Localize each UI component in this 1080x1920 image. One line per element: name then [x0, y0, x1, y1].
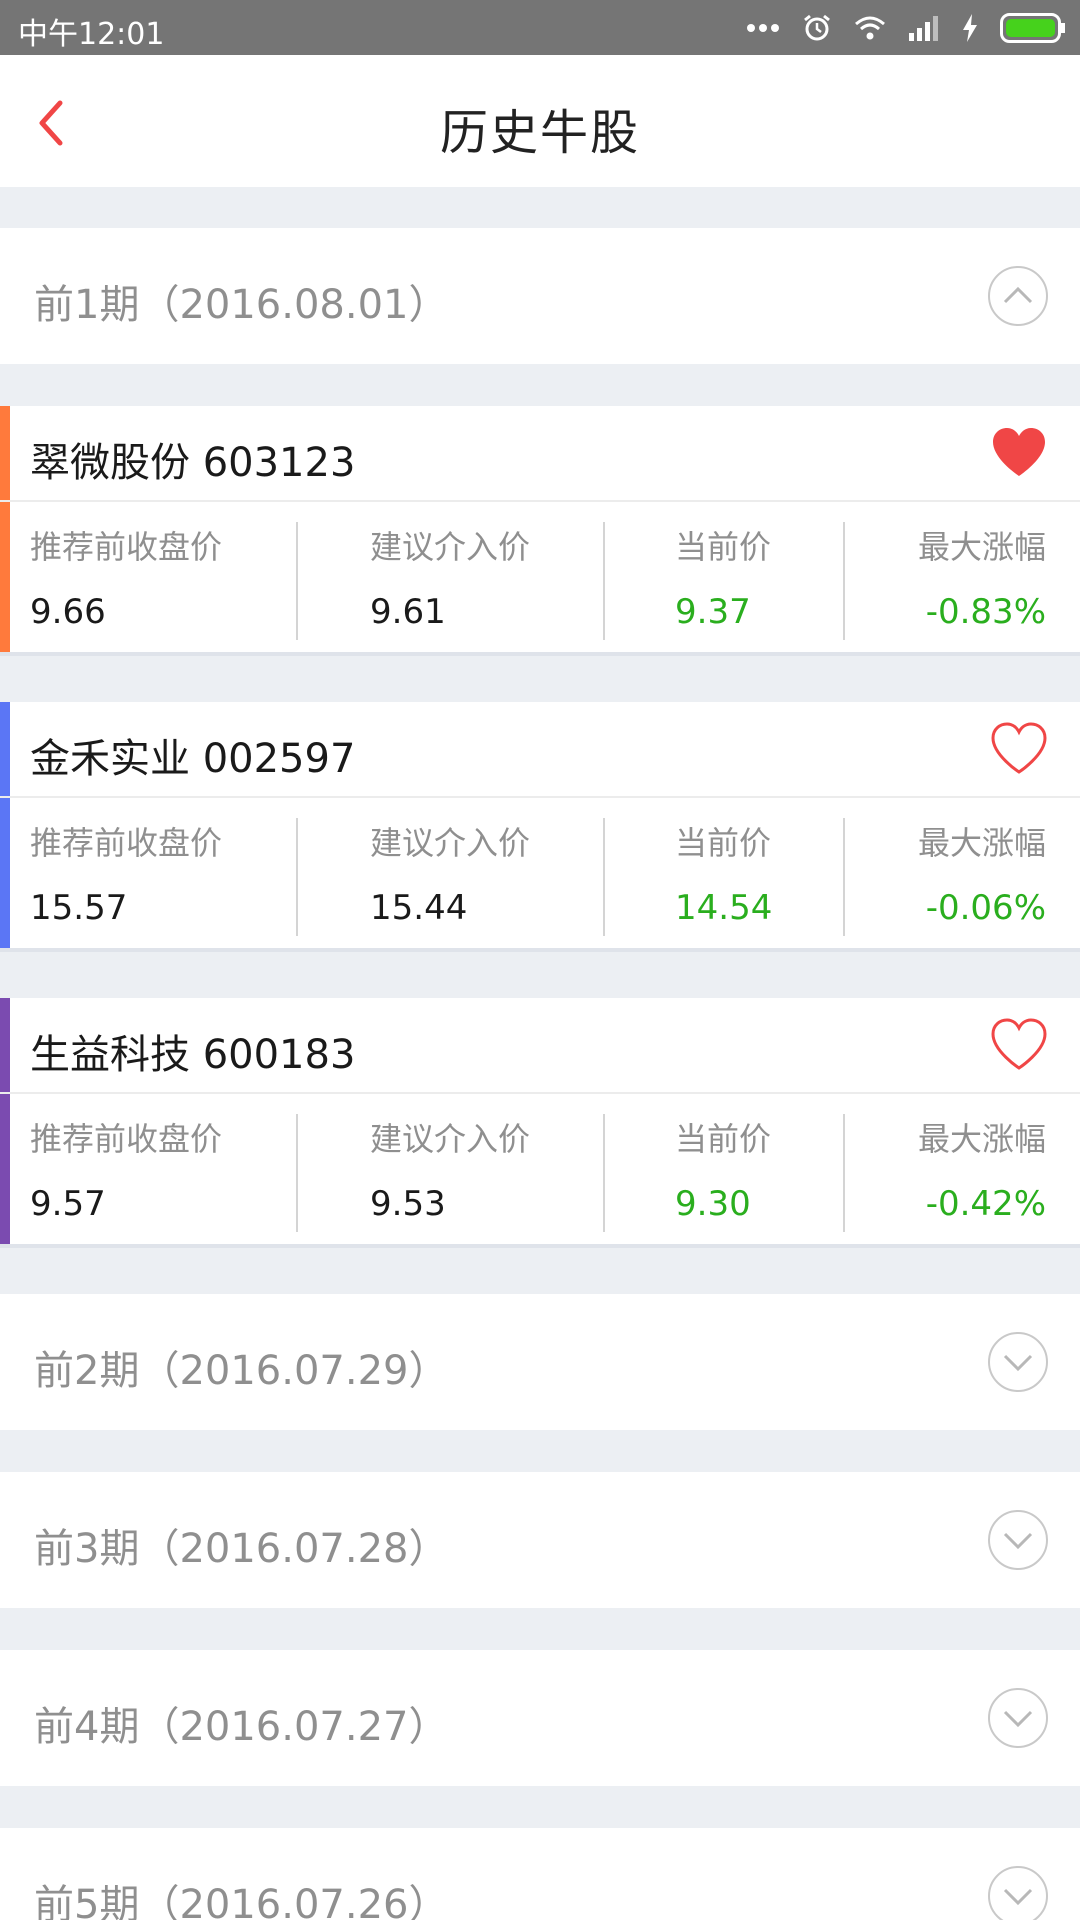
- prev-close-value: 9.66: [30, 592, 106, 632]
- heart-filled-icon[interactable]: [988, 422, 1050, 484]
- prev-close-label: 推荐前收盘价: [30, 824, 223, 862]
- max-gain-label: 最大涨幅: [917, 1120, 1046, 1158]
- entry-price-column: 建议介入价 15.44: [298, 798, 604, 948]
- entry-price-value: 9.53: [370, 1184, 446, 1224]
- period-title: 前4期（2016.07.27）: [34, 1704, 449, 1750]
- prev-close-value: 9.57: [30, 1184, 106, 1224]
- expand-toggle-button[interactable]: [988, 1510, 1048, 1570]
- expand-toggle-button[interactable]: [988, 1688, 1048, 1748]
- max-gain-value: -0.06%: [925, 888, 1046, 928]
- collapse-toggle-button[interactable]: [988, 266, 1048, 326]
- max-gain-column: 最大涨幅 -0.83%: [845, 502, 1080, 652]
- max-gain-column: 最大涨幅 -0.42%: [845, 1094, 1080, 1244]
- status-bar: 中午12:01: [0, 0, 1080, 55]
- wifi-icon: [855, 16, 885, 40]
- stock-card-header: 金禾实业 002597: [0, 702, 1080, 798]
- heart-outline-icon[interactable]: [988, 1014, 1050, 1076]
- expand-toggle-button[interactable]: [988, 1332, 1048, 1392]
- max-gain-value: -0.42%: [925, 1184, 1046, 1224]
- prev-close-column: 推荐前收盘价 9.57: [0, 1094, 298, 1244]
- prev-close-label: 推荐前收盘价: [30, 528, 223, 566]
- chevron-down-icon: [1003, 1888, 1033, 1906]
- period-title: 前3期（2016.07.28）: [34, 1526, 449, 1572]
- stock-card-header: 翠微股份 603123: [0, 406, 1080, 502]
- entry-price-value: 15.44: [370, 888, 468, 928]
- nav-bar: 历史牛股: [0, 55, 1080, 187]
- max-gain-label: 最大涨幅: [917, 824, 1046, 862]
- stock-price-columns: 推荐前收盘价 9.57 建议介入价 9.53 当前价 9.30 最大涨幅 -0.…: [0, 1094, 1080, 1244]
- current-price-column: 当前价 9.30: [605, 1094, 845, 1244]
- max-gain-value: -0.83%: [925, 592, 1046, 632]
- charging-icon: [963, 14, 977, 42]
- period-title: 前1期（2016.08.01）: [34, 282, 449, 328]
- period-header[interactable]: 前5期（2016.07.26）: [0, 1828, 1080, 1920]
- chevron-down-icon: [1003, 1710, 1033, 1728]
- battery-icon: [1000, 13, 1065, 43]
- current-price-value: 9.37: [675, 592, 751, 632]
- current-price-label: 当前价: [675, 1120, 772, 1158]
- current-price-value: 9.30: [675, 1184, 751, 1224]
- entry-price-label: 建议介入价: [370, 824, 531, 862]
- max-gain-column: 最大涨幅 -0.06%: [845, 798, 1080, 948]
- expand-toggle-button[interactable]: [988, 1866, 1048, 1920]
- stock-name: 金禾实业 002597: [30, 736, 356, 782]
- more-dots-icon: [747, 24, 779, 32]
- chevron-down-icon: [1003, 1354, 1033, 1372]
- stock-card[interactable]: 生益科技 600183 推荐前收盘价 9.57 建议介入价 9.53 当前价 9…: [0, 998, 1080, 1248]
- current-price-label: 当前价: [675, 824, 772, 862]
- period-title: 前2期（2016.07.29）: [34, 1348, 449, 1394]
- current-price-column: 当前价 9.37: [605, 502, 845, 652]
- stock-card[interactable]: 金禾实业 002597 推荐前收盘价 15.57 建议介入价 15.44 当前价…: [0, 702, 1080, 952]
- stock-name: 生益科技 600183: [30, 1032, 356, 1078]
- entry-price-column: 建议介入价 9.61: [298, 502, 604, 652]
- status-time: 中午12:01: [18, 17, 165, 52]
- period-header[interactable]: 前2期（2016.07.29）: [0, 1294, 1080, 1430]
- stock-price-columns: 推荐前收盘价 9.66 建议介入价 9.61 当前价 9.37 最大涨幅 -0.…: [0, 502, 1080, 652]
- prev-close-label: 推荐前收盘价: [30, 1120, 223, 1158]
- entry-price-column: 建议介入价 9.53: [298, 1094, 604, 1244]
- current-price-column: 当前价 14.54: [605, 798, 845, 948]
- stock-card-header: 生益科技 600183: [0, 998, 1080, 1094]
- max-gain-label: 最大涨幅: [917, 528, 1046, 566]
- alarm-icon: [804, 14, 830, 41]
- entry-price-value: 9.61: [370, 592, 446, 632]
- chevron-up-icon: [1003, 286, 1033, 304]
- heart-outline-icon[interactable]: [988, 718, 1050, 780]
- stock-card[interactable]: 翠微股份 603123 推荐前收盘价 9.66 建议介入价 9.61 当前价 9…: [0, 406, 1080, 656]
- status-icons: [746, 10, 1066, 46]
- page-title: 历史牛股: [439, 105, 640, 161]
- prev-close-value: 15.57: [30, 888, 128, 928]
- stock-price-columns: 推荐前收盘价 15.57 建议介入价 15.44 当前价 14.54 最大涨幅 …: [0, 798, 1080, 948]
- period-header[interactable]: 前1期（2016.08.01）: [0, 228, 1080, 364]
- entry-price-label: 建议介入价: [370, 528, 531, 566]
- period-header[interactable]: 前4期（2016.07.27）: [0, 1650, 1080, 1786]
- chevron-down-icon: [1003, 1532, 1033, 1550]
- current-price-value: 14.54: [675, 888, 773, 928]
- stock-name: 翠微股份 603123: [30, 440, 356, 486]
- prev-close-column: 推荐前收盘价 9.66: [0, 502, 298, 652]
- prev-close-column: 推荐前收盘价 15.57: [0, 798, 298, 948]
- entry-price-label: 建议介入价: [370, 1120, 531, 1158]
- period-title: 前5期（2016.07.26）: [34, 1882, 449, 1920]
- period-header[interactable]: 前3期（2016.07.28）: [0, 1472, 1080, 1608]
- current-price-label: 当前价: [675, 528, 772, 566]
- signal-icon: [909, 16, 938, 41]
